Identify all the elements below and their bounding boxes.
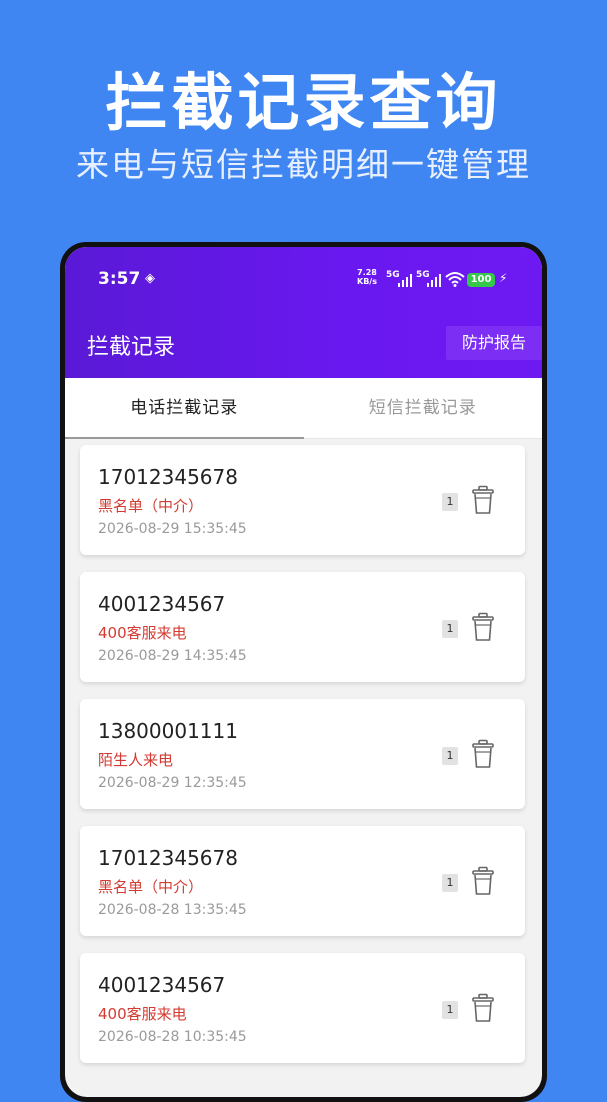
tab-sms-records[interactable]: 短信拦截记录 [304, 378, 543, 439]
promo-title: 拦截记录查询 [105, 66, 502, 139]
record-time: 2026-08-28 13:35:45 [98, 902, 247, 918]
record-tag: 黑名单（中介） [98, 497, 204, 515]
record-number: 17012345678 [98, 465, 238, 489]
app-bar: 3:57 ◈ 7.28 KB/s 5G 5G 100 ⚡ 拦截记录 防护报告 [65, 247, 542, 378]
record-count-badge: 1 [442, 747, 458, 765]
network-speed-unit: KB/s [357, 277, 377, 286]
record-tag: 400客服来电 [98, 624, 187, 642]
phone-frame: 3:57 ◈ 7.28 KB/s 5G 5G 100 ⚡ 拦截记录 防护报告 电… [60, 242, 547, 1102]
record-count-badge: 1 [442, 493, 458, 511]
delete-trash-icon[interactable] [471, 485, 495, 515]
record-tag: 黑名单（中介） [98, 878, 204, 896]
record-card[interactable]: 17012345678 黑名单（中介） 2026-08-28 13:35:45 … [80, 826, 525, 936]
record-tag: 400客服来电 [98, 1005, 187, 1023]
wifi-icon [445, 271, 465, 291]
record-time: 2026-08-29 15:35:45 [98, 521, 247, 537]
record-count-badge: 1 [442, 1001, 458, 1019]
record-number: 4001234567 [98, 592, 226, 616]
record-time: 2026-08-29 12:35:45 [98, 775, 247, 791]
status-time: 3:57 [98, 269, 141, 289]
tab-indicator [65, 437, 304, 439]
record-list: 17012345678 黑名单（中介） 2026-08-29 15:35:45 … [80, 445, 525, 1080]
record-number: 4001234567 [98, 973, 226, 997]
record-number: 17012345678 [98, 846, 238, 870]
delete-trash-icon[interactable] [471, 612, 495, 642]
status-bar: 3:57 ◈ 7.28 KB/s 5G 5G 100 ⚡ [65, 265, 542, 293]
record-card[interactable]: 4001234567 400客服来电 2026-08-29 14:35:45 1 [80, 572, 525, 682]
network-speed-value: 7.28 [357, 268, 377, 277]
record-card[interactable]: 17012345678 黑名单（中介） 2026-08-29 15:35:45 … [80, 445, 525, 555]
app-screen: 3:57 ◈ 7.28 KB/s 5G 5G 100 ⚡ 拦截记录 防护报告 电… [65, 247, 542, 1097]
record-time: 2026-08-29 14:35:45 [98, 648, 247, 664]
signal-icon [398, 273, 412, 287]
network-speed: 7.28 KB/s [357, 268, 377, 286]
tab-call-records[interactable]: 电话拦截记录 [65, 378, 304, 439]
record-card[interactable]: 13800001111 陌生人来电 2026-08-29 12:35:45 1 [80, 699, 525, 809]
record-tag: 陌生人来电 [98, 751, 174, 769]
delete-trash-icon[interactable] [471, 739, 495, 769]
record-count-badge: 1 [442, 620, 458, 638]
nfc-icon: ◈ [145, 271, 155, 286]
page-title: 拦截记录 [87, 335, 176, 360]
charging-icon: ⚡ [499, 271, 508, 285]
record-time: 2026-08-28 10:35:45 [98, 1029, 247, 1045]
record-card[interactable]: 4001234567 400客服来电 2026-08-28 10:35:45 1 [80, 953, 525, 1063]
tab-bar: 电话拦截记录 短信拦截记录 [65, 378, 542, 439]
battery-icon: 100 [467, 273, 495, 287]
signal-icon [427, 273, 441, 287]
delete-trash-icon[interactable] [471, 866, 495, 896]
record-count-badge: 1 [442, 874, 458, 892]
delete-trash-icon[interactable] [471, 993, 495, 1023]
promo-subtitle: 来电与短信拦截明细一键管理 [76, 145, 531, 184]
protection-report-button[interactable]: 防护报告 [446, 326, 542, 360]
record-number: 13800001111 [98, 719, 238, 743]
